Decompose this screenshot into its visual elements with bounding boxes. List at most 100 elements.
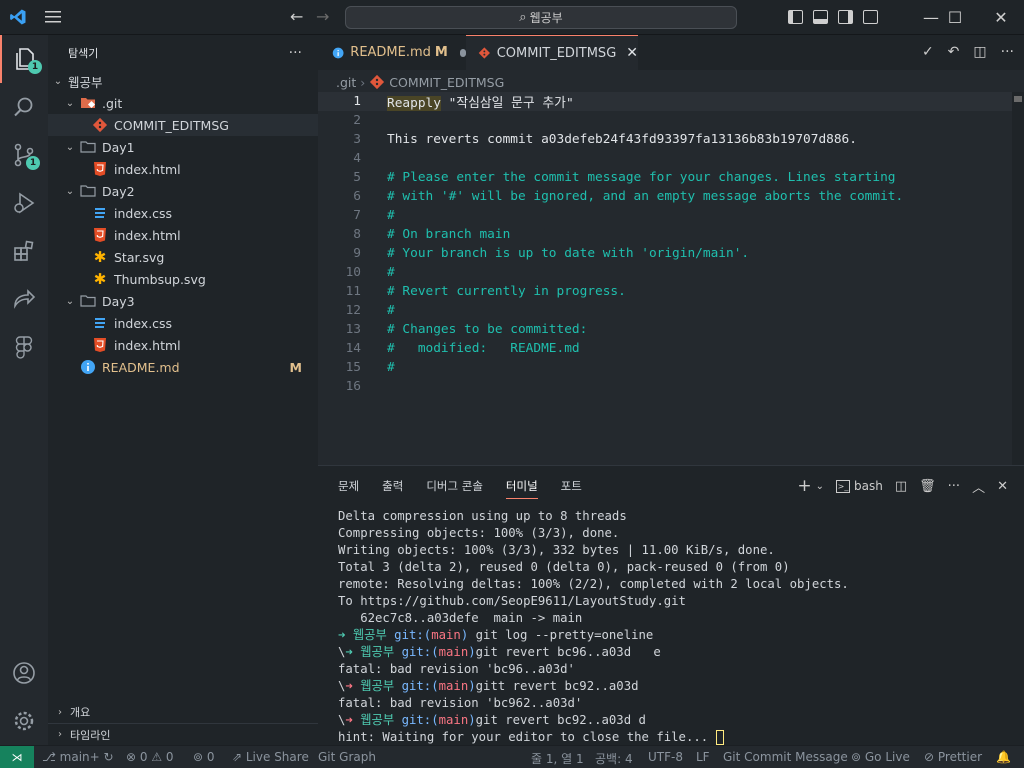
new-terminal-icon[interactable]: + — [797, 476, 811, 496]
gear-icon — [14, 711, 34, 731]
undo-icon[interactable]: ↶ — [948, 44, 960, 60]
source-control-activity[interactable]: 1 — [0, 131, 48, 179]
extensions-activity[interactable] — [0, 227, 48, 275]
branch-status[interactable]: ⎇ main+ ↻ — [42, 750, 114, 764]
outline-section[interactable]: › 개요 — [48, 701, 318, 723]
split-terminal-icon[interactable]: ◫ — [895, 479, 907, 494]
prompt-git: git:( — [401, 713, 439, 727]
menu-icon[interactable] — [44, 9, 62, 25]
split-editor-icon[interactable]: ◫ — [973, 44, 986, 60]
editor-scrollbar[interactable] — [1012, 92, 1024, 465]
tab-terminal[interactable]: 터미널 — [505, 478, 538, 499]
forward-arrow-icon[interactable]: → — [316, 8, 329, 26]
ports-status[interactable]: ⊚ 0 — [193, 750, 215, 764]
tab-readme[interactable]: README.md M — [318, 35, 466, 70]
command-center-search[interactable]: ⌕ 웹공부 — [345, 6, 737, 29]
figma-activity[interactable] — [0, 323, 48, 371]
code-line: 11 # Revert currently in progress. — [318, 282, 1024, 301]
maximize-button[interactable]: ☐ — [932, 0, 978, 35]
remote-indicator-icon[interactable]: ⋊ — [0, 745, 34, 768]
customize-layout-icon[interactable] — [863, 10, 878, 24]
command-center-label: 웹공부 — [529, 11, 563, 25]
tree-folder-day3[interactable]: ⌄ Day3 — [48, 290, 318, 312]
timeline-section[interactable]: › 타임라인 — [48, 723, 318, 745]
explorer-activity[interactable]: 1 — [0, 35, 48, 83]
more-actions-icon[interactable]: ··· — [289, 45, 302, 61]
manage-activity[interactable] — [0, 697, 48, 745]
chevron-down-icon[interactable]: ⌄ — [816, 481, 824, 492]
svg-file-icon: ✱ — [93, 248, 107, 266]
encoding-status[interactable]: UTF-8 — [648, 750, 683, 764]
maximize-panel-icon[interactable]: ︿ — [972, 477, 985, 496]
scrollbar-thumb[interactable] — [1014, 96, 1022, 102]
breadcrumb-git[interactable]: .git — [336, 75, 356, 90]
cursor-position-status[interactable]: 줄 1, 열 1 — [531, 750, 584, 767]
tree-file-svg[interactable]: ✱ Thumbsup.svg — [48, 268, 318, 290]
accounts-activity[interactable] — [0, 649, 48, 697]
chevron-right-icon: › — [58, 729, 62, 740]
prettier-status[interactable]: ⊘ Prettier — [924, 750, 982, 764]
git-file-icon — [92, 117, 108, 133]
live-share-activity[interactable] — [0, 275, 48, 323]
language-status[interactable]: Git Commit Message — [723, 750, 848, 764]
html5-icon — [94, 228, 106, 242]
tree-file-css[interactable]: index.css — [48, 202, 318, 224]
tab-problems[interactable]: 문제 — [338, 478, 359, 499]
terminal-output[interactable]: Delta compression using up to 8 threads … — [338, 508, 849, 746]
commit-check-icon[interactable]: ✓ — [922, 44, 934, 60]
tab-ports[interactable]: 포트 — [561, 478, 582, 499]
live-share-status[interactable]: ⇗ Live Share — [232, 750, 309, 764]
more-actions-icon[interactable]: ··· — [1001, 44, 1014, 60]
eol-status[interactable]: LF — [696, 750, 710, 764]
terminal-line: Writing objects: 100% (3/3), 332 bytes |… — [338, 543, 775, 557]
problems-status[interactable]: ⊗ 0 ⚠ 0 — [126, 750, 174, 764]
back-arrow-icon[interactable]: ← — [290, 8, 303, 26]
indentation-status[interactable]: 공백: 4 — [595, 750, 633, 767]
git-graph-status[interactable]: Git Graph — [318, 750, 376, 764]
run-debug-activity[interactable] — [0, 179, 48, 227]
go-live-status[interactable]: ⊚ Go Live — [851, 750, 910, 764]
code-editor[interactable]: 1 Reapply "작심삼일 문구 추가" 2 3 This reverts co… — [318, 92, 1024, 465]
tree-file-svg[interactable]: ✱ Star.svg — [48, 246, 318, 268]
tree-file-readme[interactable]: README.md M — [48, 356, 318, 378]
code-line: 12 # — [318, 301, 1024, 320]
outline-label: 개요 — [70, 706, 91, 719]
tree-root-folder[interactable]: ⌄ 웹공부 — [48, 70, 318, 92]
toggle-panel-icon[interactable] — [813, 10, 828, 24]
terminal-line: Compressing objects: 100% (3/3), done. — [338, 526, 620, 540]
tree-folder-day1[interactable]: ⌄ Day1 — [48, 136, 318, 158]
toggle-secondary-sidebar-icon[interactable] — [838, 10, 853, 24]
close-tab-icon[interactable]: ✕ — [626, 45, 638, 61]
notifications-bell-icon[interactable]: 🔔 — [996, 750, 1011, 764]
toggle-primary-sidebar-icon[interactable] — [788, 10, 803, 24]
tree-folder-day2[interactable]: ⌄ Day2 — [48, 180, 318, 202]
tree-item-label: Thumbsup.svg — [114, 271, 206, 287]
warning-count: 0 — [165, 750, 174, 764]
branch-icon: ⎇ — [42, 750, 60, 764]
line-number: 3 — [353, 132, 361, 147]
prompt-close: ) — [468, 713, 476, 727]
close-panel-icon[interactable]: ✕ — [997, 479, 1008, 494]
tab-label: COMMIT_EDITMSG — [496, 45, 617, 61]
search-activity[interactable] — [0, 83, 48, 131]
line-text: # — [387, 303, 395, 318]
more-actions-icon[interactable]: ··· — [948, 479, 960, 494]
tab-debug-console[interactable]: 디버그 콘솔 — [426, 478, 483, 499]
breadcrumb-file[interactable]: COMMIT_EDITMSG — [389, 75, 504, 90]
tree-file-html[interactable]: index.html — [48, 334, 318, 356]
terminal-shell-selector[interactable]: >_ bash — [836, 479, 883, 493]
tree-file-commit-editmsg[interactable]: COMMIT_EDITMSG — [48, 114, 318, 136]
search-icon — [14, 97, 33, 117]
terminal-line: fatal: bad revision 'bc962..a03d' — [338, 696, 583, 710]
close-window-button[interactable]: ✕ — [978, 0, 1024, 35]
tree-file-html[interactable]: index.html — [48, 158, 318, 180]
tree-item-label: Day3 — [102, 293, 135, 309]
tree-file-html[interactable]: index.html — [48, 224, 318, 246]
terminal-line: To https://github.com/SeopE9611/LayoutSt… — [338, 594, 686, 608]
tree-folder-git[interactable]: ⌄ .git — [48, 92, 318, 114]
tab-commit-editmsg[interactable]: COMMIT_EDITMSG ✕ — [466, 35, 638, 70]
tree-file-css[interactable]: index.css — [48, 312, 318, 334]
line-number: 4 — [353, 151, 361, 166]
trash-icon[interactable]: 🗑 — [919, 479, 936, 494]
tab-output[interactable]: 출력 — [382, 478, 403, 499]
